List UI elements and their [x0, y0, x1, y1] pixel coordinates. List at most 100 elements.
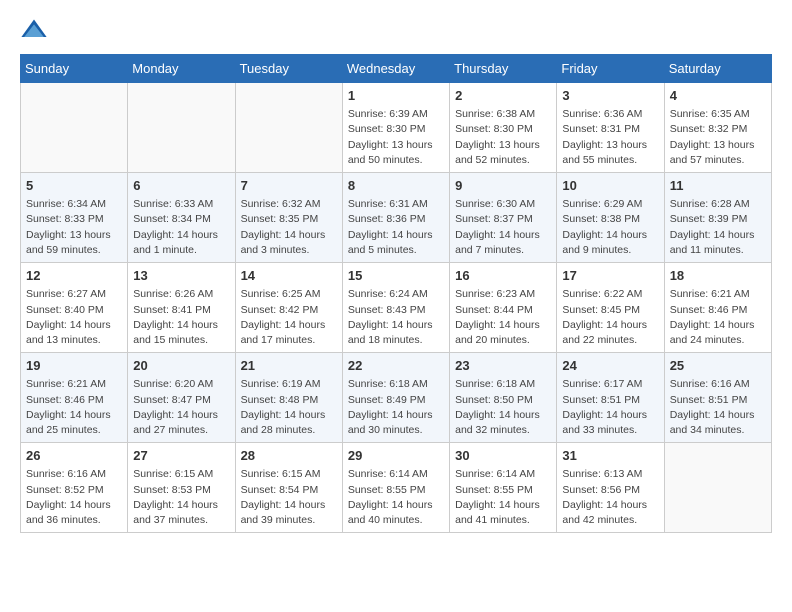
day-info: Sunrise: 6:17 AM Sunset: 8:51 PM Dayligh… — [562, 377, 658, 438]
day-number: 15 — [348, 267, 444, 285]
column-header-tuesday: Tuesday — [235, 55, 342, 83]
day-number: 25 — [670, 357, 766, 375]
day-info: Sunrise: 6:31 AM Sunset: 8:36 PM Dayligh… — [348, 197, 444, 258]
day-number: 21 — [241, 357, 337, 375]
day-number: 27 — [133, 447, 229, 465]
calendar-table: SundayMondayTuesdayWednesdayThursdayFrid… — [20, 54, 772, 533]
day-info: Sunrise: 6:23 AM Sunset: 8:44 PM Dayligh… — [455, 287, 551, 348]
day-info: Sunrise: 6:24 AM Sunset: 8:43 PM Dayligh… — [348, 287, 444, 348]
column-header-sunday: Sunday — [21, 55, 128, 83]
day-info: Sunrise: 6:28 AM Sunset: 8:39 PM Dayligh… — [670, 197, 766, 258]
day-number: 1 — [348, 87, 444, 105]
day-number: 20 — [133, 357, 229, 375]
day-number: 19 — [26, 357, 122, 375]
calendar-cell: 28 Sunrise: 6:15 AM Sunset: 8:54 PM Dayli… — [235, 443, 342, 533]
day-info: Sunrise: 6:38 AM Sunset: 8:30 PM Dayligh… — [455, 107, 551, 168]
day-info: Sunrise: 6:39 AM Sunset: 8:30 PM Dayligh… — [348, 107, 444, 168]
day-info: Sunrise: 6:32 AM Sunset: 8:35 PM Dayligh… — [241, 197, 337, 258]
calendar-cell: 1 Sunrise: 6:39 AM Sunset: 8:30 PM Daylig… — [342, 83, 449, 173]
calendar-header-row: SundayMondayTuesdayWednesdayThursdayFrid… — [21, 55, 772, 83]
day-number: 16 — [455, 267, 551, 285]
day-number: 23 — [455, 357, 551, 375]
day-info: Sunrise: 6:18 AM Sunset: 8:50 PM Dayligh… — [455, 377, 551, 438]
day-number: 13 — [133, 267, 229, 285]
day-number: 4 — [670, 87, 766, 105]
day-info: Sunrise: 6:18 AM Sunset: 8:49 PM Dayligh… — [348, 377, 444, 438]
day-number: 7 — [241, 177, 337, 195]
calendar-cell: 23 Sunrise: 6:18 AM Sunset: 8:50 PM Dayli… — [450, 353, 557, 443]
calendar-cell: 20 Sunrise: 6:20 AM Sunset: 8:47 PM Dayli… — [128, 353, 235, 443]
calendar-cell: 11 Sunrise: 6:28 AM Sunset: 8:39 PM Dayli… — [664, 173, 771, 263]
calendar-week-4: 19 Sunrise: 6:21 AM Sunset: 8:46 PM Dayli… — [21, 353, 772, 443]
day-number: 2 — [455, 87, 551, 105]
day-info: Sunrise: 6:21 AM Sunset: 8:46 PM Dayligh… — [670, 287, 766, 348]
calendar-cell: 16 Sunrise: 6:23 AM Sunset: 8:44 PM Dayli… — [450, 263, 557, 353]
column-header-friday: Friday — [557, 55, 664, 83]
day-number: 10 — [562, 177, 658, 195]
calendar-cell: 31 Sunrise: 6:13 AM Sunset: 8:56 PM Dayli… — [557, 443, 664, 533]
day-number: 22 — [348, 357, 444, 375]
day-number: 11 — [670, 177, 766, 195]
day-number: 6 — [133, 177, 229, 195]
day-info: Sunrise: 6:14 AM Sunset: 8:55 PM Dayligh… — [455, 467, 551, 528]
day-number: 5 — [26, 177, 122, 195]
calendar-cell — [664, 443, 771, 533]
calendar-cell — [21, 83, 128, 173]
day-number: 31 — [562, 447, 658, 465]
day-info: Sunrise: 6:33 AM Sunset: 8:34 PM Dayligh… — [133, 197, 229, 258]
day-info: Sunrise: 6:15 AM Sunset: 8:53 PM Dayligh… — [133, 467, 229, 528]
day-number: 18 — [670, 267, 766, 285]
day-number: 24 — [562, 357, 658, 375]
logo-icon — [20, 16, 48, 44]
day-info: Sunrise: 6:21 AM Sunset: 8:46 PM Dayligh… — [26, 377, 122, 438]
day-number: 3 — [562, 87, 658, 105]
calendar-week-5: 26Sunrise: 6:16 AM Sunset: 8:52 PM Dayli… — [21, 443, 772, 533]
day-info: Sunrise: 6:30 AM Sunset: 8:37 PM Dayligh… — [455, 197, 551, 258]
day-number: 8 — [348, 177, 444, 195]
calendar-cell: 10 Sunrise: 6:29 AM Sunset: 8:38 PM Dayli… — [557, 173, 664, 263]
calendar-cell — [235, 83, 342, 173]
calendar-week-3: 12Sunrise: 6:27 AM Sunset: 8:40 PM Dayli… — [21, 263, 772, 353]
column-header-wednesday: Wednesday — [342, 55, 449, 83]
calendar-cell: 8 Sunrise: 6:31 AM Sunset: 8:36 PM Daylig… — [342, 173, 449, 263]
column-header-saturday: Saturday — [664, 55, 771, 83]
calendar-cell — [128, 83, 235, 173]
calendar-cell: 7 Sunrise: 6:32 AM Sunset: 8:35 PM Daylig… — [235, 173, 342, 263]
day-info: Sunrise: 6:20 AM Sunset: 8:47 PM Dayligh… — [133, 377, 229, 438]
calendar-cell: 21 Sunrise: 6:19 AM Sunset: 8:48 PM Dayli… — [235, 353, 342, 443]
day-info: Sunrise: 6:13 AM Sunset: 8:56 PM Dayligh… — [562, 467, 658, 528]
day-info: Sunrise: 6:16 AM Sunset: 8:52 PM Dayligh… — [26, 467, 122, 528]
day-number: 17 — [562, 267, 658, 285]
calendar-week-2: 5 Sunrise: 6:34 AM Sunset: 8:33 PM Daylig… — [21, 173, 772, 263]
calendar-week-1: 1 Sunrise: 6:39 AM Sunset: 8:30 PM Daylig… — [21, 83, 772, 173]
calendar-cell: 26Sunrise: 6:16 AM Sunset: 8:52 PM Dayli… — [21, 443, 128, 533]
column-header-thursday: Thursday — [450, 55, 557, 83]
day-number: 28 — [241, 447, 337, 465]
day-info: Sunrise: 6:19 AM Sunset: 8:48 PM Dayligh… — [241, 377, 337, 438]
calendar-cell: 5 Sunrise: 6:34 AM Sunset: 8:33 PM Daylig… — [21, 173, 128, 263]
column-header-monday: Monday — [128, 55, 235, 83]
day-info: Sunrise: 6:26 AM Sunset: 8:41 PM Dayligh… — [133, 287, 229, 348]
calendar-cell: 18 Sunrise: 6:21 AM Sunset: 8:46 PM Dayli… — [664, 263, 771, 353]
logo — [20, 16, 52, 44]
day-number: 14 — [241, 267, 337, 285]
calendar-cell: 2 Sunrise: 6:38 AM Sunset: 8:30 PM Daylig… — [450, 83, 557, 173]
calendar-cell: 29Sunrise: 6:14 AM Sunset: 8:55 PM Dayli… — [342, 443, 449, 533]
calendar-cell: 22 Sunrise: 6:18 AM Sunset: 8:49 PM Dayli… — [342, 353, 449, 443]
day-info: Sunrise: 6:29 AM Sunset: 8:38 PM Dayligh… — [562, 197, 658, 258]
calendar-cell: 13 Sunrise: 6:26 AM Sunset: 8:41 PM Dayli… — [128, 263, 235, 353]
day-info: Sunrise: 6:14 AM Sunset: 8:55 PM Dayligh… — [348, 467, 444, 528]
day-info: Sunrise: 6:22 AM Sunset: 8:45 PM Dayligh… — [562, 287, 658, 348]
day-info: Sunrise: 6:27 AM Sunset: 8:40 PM Dayligh… — [26, 287, 122, 348]
day-info: Sunrise: 6:35 AM Sunset: 8:32 PM Dayligh… — [670, 107, 766, 168]
day-info: Sunrise: 6:34 AM Sunset: 8:33 PM Dayligh… — [26, 197, 122, 258]
day-info: Sunrise: 6:25 AM Sunset: 8:42 PM Dayligh… — [241, 287, 337, 348]
calendar-cell: 30Sunrise: 6:14 AM Sunset: 8:55 PM Dayli… — [450, 443, 557, 533]
day-info: Sunrise: 6:36 AM Sunset: 8:31 PM Dayligh… — [562, 107, 658, 168]
day-info: Sunrise: 6:16 AM Sunset: 8:51 PM Dayligh… — [670, 377, 766, 438]
day-info: Sunrise: 6:15 AM Sunset: 8:54 PM Dayligh… — [241, 467, 337, 528]
calendar-cell: 9 Sunrise: 6:30 AM Sunset: 8:37 PM Daylig… — [450, 173, 557, 263]
calendar-cell: 14 Sunrise: 6:25 AM Sunset: 8:42 PM Dayli… — [235, 263, 342, 353]
day-number: 9 — [455, 177, 551, 195]
calendar-cell: 19 Sunrise: 6:21 AM Sunset: 8:46 PM Dayli… — [21, 353, 128, 443]
